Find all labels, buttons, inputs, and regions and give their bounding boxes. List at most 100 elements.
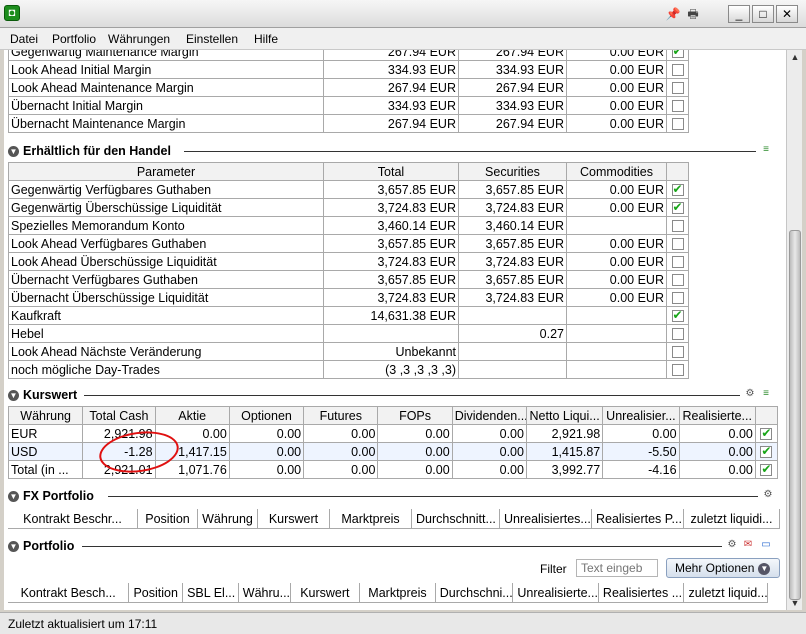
col-header[interactable]: Unrealisierte... (513, 583, 599, 602)
row-checkbox[interactable] (671, 274, 684, 287)
table-row[interactable]: Übernacht Maintenance Margin 267.94 EUR 26… (8, 114, 689, 133)
vertical-scrollbar[interactable]: ▲ ▼ (786, 50, 802, 610)
col-header[interactable]: Position (129, 583, 184, 602)
col-header[interactable]: Kurswert (291, 583, 361, 602)
col-header[interactable]: Kontrakt Besch... (8, 583, 130, 602)
table-row[interactable]: Übernacht Initial Margin 334.93 EUR 334.93… (8, 96, 689, 115)
col-header[interactable]: Realisiertes P... (592, 509, 684, 528)
maximize-button[interactable]: □ (752, 5, 774, 23)
table-row[interactable]: Look Ahead Nächste Veränderung Unbekannt (8, 342, 689, 361)
menu-hilfe[interactable]: Hilfe (254, 32, 278, 46)
table-row[interactable]: Spezielles Memorandum Konto 3,460.14 EUR 3… (8, 216, 689, 235)
section-portfolio-header[interactable]: ▼ Portfolio (8, 539, 74, 557)
section-handel-header[interactable]: ▼ Erhältlich für den Handel (8, 144, 171, 162)
col-header[interactable]: Futures (303, 406, 379, 425)
row-checkbox[interactable] (671, 308, 684, 323)
col-header[interactable]: Währu... (239, 583, 291, 602)
menu-waehrungen[interactable]: Währungen (108, 32, 170, 46)
scroll-up-icon[interactable]: ▲ (787, 50, 803, 64)
table-row[interactable]: noch mögliche Day-Trades (3 ,3 ,3 ,3 ,3) (8, 360, 689, 379)
row-checkbox[interactable] (760, 462, 773, 477)
minimize-button[interactable]: _ (728, 5, 750, 23)
col-header[interactable]: FOPs (377, 406, 453, 425)
row-checkbox[interactable] (671, 200, 684, 215)
table-row[interactable]: Hebel 0.27 (8, 324, 689, 343)
col-header[interactable]: zuletzt liquid... (684, 583, 769, 602)
row-checkbox[interactable] (671, 100, 684, 113)
col-header[interactable]: Durchschni... (436, 583, 514, 602)
table-row[interactable]: Übernacht Verfügbares Guthaben 3,657.85 E… (8, 270, 689, 289)
row-checkbox[interactable] (671, 182, 684, 197)
table-row[interactable]: Look Ahead Überschüssige Liquidität 3,724… (8, 252, 689, 271)
col-header[interactable]: Marktpreis (330, 509, 412, 528)
col-header[interactable]: Parameter (8, 162, 324, 181)
col-header[interactable]: Optionen (228, 406, 305, 425)
menu-einstellen[interactable]: Einstellen (186, 32, 238, 46)
col-header[interactable]: Aktie (154, 406, 230, 425)
row-checkbox[interactable] (671, 220, 684, 233)
section-kurswert-header[interactable]: ▼ Kurswert (8, 388, 77, 406)
row-checkbox[interactable] (671, 238, 684, 251)
col-header[interactable]: Währung (7, 406, 84, 425)
more-options-button[interactable]: Mehr Optionen ▼ (666, 558, 780, 578)
table-row[interactable]: Gegenwärtig Überschüssige Liquidität 3,72… (8, 198, 689, 217)
settings-gear-icon[interactable]: ⚙ (762, 489, 774, 501)
col-header[interactable]: Realisiertes ... (599, 583, 685, 602)
col-header[interactable]: Unrealisier... (602, 406, 680, 425)
row-checkbox[interactable] (671, 64, 684, 77)
table-row[interactable]: Gegenwärtig Verfügbares Guthaben 3,657.85… (8, 180, 689, 199)
col-header[interactable]: Position (138, 509, 198, 528)
row-checkbox[interactable] (760, 444, 773, 459)
section-fx-header[interactable]: ▼ FX Portfolio (8, 489, 94, 507)
window-icon[interactable]: ▭ (760, 539, 772, 551)
settings-gear-icon[interactable]: ⚙ (726, 539, 738, 551)
row-checkbox[interactable] (760, 426, 773, 441)
col-header[interactable]: Securities (458, 162, 567, 181)
menu-lines-icon[interactable]: ≡ (760, 388, 772, 400)
total-cell: 3,657.85 EUR (323, 270, 459, 289)
collapse-icon[interactable]: ▼ (8, 541, 19, 553)
menu-portfolio[interactable]: Portfolio (52, 32, 96, 46)
pin-icon[interactable]: 📌 (664, 6, 682, 22)
table-row[interactable]: Kaufkraft 14,631.38 EUR (8, 306, 689, 325)
table-row[interactable]: Look Ahead Verfügbares Guthaben 3,657.85 … (8, 234, 689, 253)
filter-input[interactable] (576, 559, 658, 577)
collapse-icon[interactable]: ▼ (8, 146, 19, 158)
table-row[interactable]: Gegenwärtig Maintenance Margin 267.94 EUR… (8, 50, 689, 61)
close-button[interactable]: ✕ (776, 5, 798, 23)
col-header[interactable]: Total (323, 162, 459, 181)
settings-gear-icon[interactable]: ⚙ (744, 388, 756, 400)
col-header[interactable]: Total Cash (82, 406, 156, 425)
row-checkbox[interactable] (671, 364, 684, 377)
collapse-icon[interactable]: ▼ (8, 491, 19, 503)
col-header[interactable]: Marktpreis (360, 583, 436, 602)
col-header[interactable]: Kontrakt Beschr... (8, 509, 138, 528)
col-header[interactable]: Realisierte... (678, 406, 756, 425)
col-header[interactable]: zuletzt liquidi... (684, 509, 780, 528)
col-header[interactable]: Durchschnitt... (412, 509, 500, 528)
col-header[interactable]: Währung (198, 509, 258, 528)
scroll-thumb[interactable] (789, 230, 801, 600)
collapse-icon[interactable]: ▼ (8, 390, 19, 402)
col-header[interactable]: Unrealisiertes... (500, 509, 592, 528)
col-header[interactable]: Kurswert (258, 509, 330, 528)
row-checkbox[interactable] (671, 292, 684, 305)
scroll-down-icon[interactable]: ▼ (787, 596, 803, 610)
col-header[interactable]: Dividenden... (451, 406, 527, 425)
row-checkbox[interactable] (671, 50, 684, 59)
calendar-icon[interactable]: ✉ (742, 539, 754, 551)
table-row[interactable]: Look Ahead Initial Margin 334.93 EUR 334.9… (8, 60, 689, 79)
row-checkbox[interactable] (671, 82, 684, 95)
col-header[interactable]: Commodities (566, 162, 667, 181)
row-checkbox[interactable] (671, 346, 684, 359)
col-header[interactable]: SBL El... (183, 583, 239, 602)
col-header[interactable]: Netto Liqui... (525, 406, 604, 425)
row-checkbox[interactable] (671, 256, 684, 269)
row-checkbox[interactable] (671, 328, 684, 341)
print-icon[interactable]: 🖶 (684, 6, 702, 22)
row-checkbox[interactable] (671, 118, 684, 131)
table-row[interactable]: Übernacht Überschüssige Liquidität 3,724.… (8, 288, 689, 307)
table-row[interactable]: Look Ahead Maintenance Margin 267.94 EUR 2… (8, 78, 689, 97)
menu-lines-icon[interactable]: ≡ (760, 144, 772, 156)
menu-datei[interactable]: Datei (10, 32, 38, 46)
